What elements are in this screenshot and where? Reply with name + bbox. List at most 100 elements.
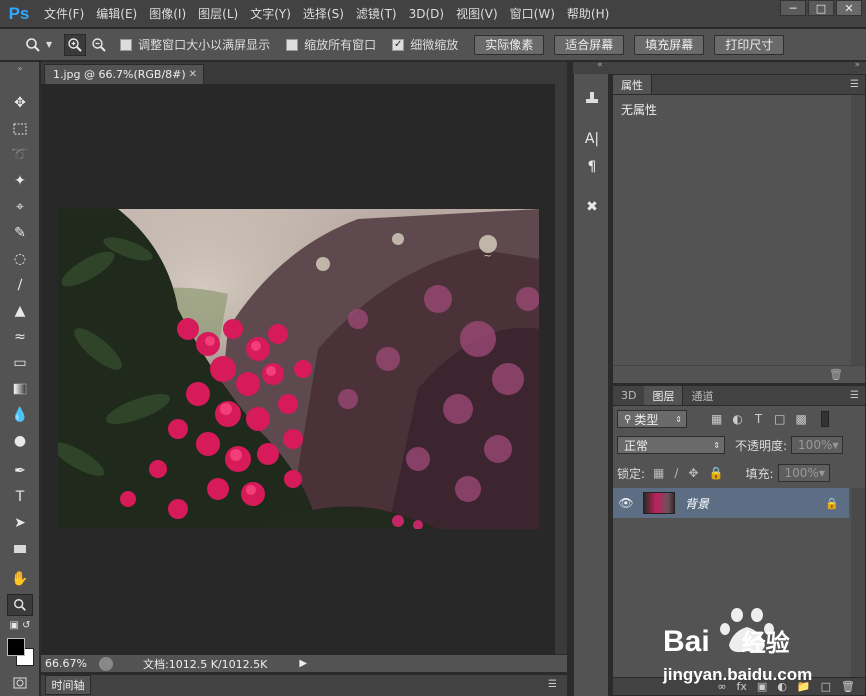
path-selection-tool-icon[interactable]: ➤: [7, 512, 33, 534]
filter-smart-object-icon[interactable]: ▩: [796, 412, 807, 426]
blur-tool-icon[interactable]: 💧: [7, 404, 33, 426]
brush-tool-icon[interactable]: ∕: [7, 274, 33, 296]
maximize-icon[interactable]: □: [808, 0, 834, 16]
status-info-icon[interactable]: [99, 656, 113, 671]
layer-filter-select[interactable]: ⚲ 类型 ⇕: [617, 410, 687, 428]
close-document-icon[interactable]: ✕: [189, 69, 197, 80]
print-size-button[interactable]: 打印尺寸: [714, 34, 785, 55]
dodge-tool-icon[interactable]: ●: [7, 430, 33, 452]
menu-help[interactable]: 帮助(H): [561, 0, 615, 28]
history-panel-icon[interactable]: [580, 86, 604, 108]
history-brush-tool-icon[interactable]: ≈: [7, 326, 33, 348]
layer-thumbnail[interactable]: [643, 492, 675, 514]
scrubby-zoom-checkbox[interactable]: ✓: [392, 38, 405, 51]
eraser-tool-icon[interactable]: ▭: [7, 352, 33, 374]
timeline-tab[interactable]: 时间轴: [45, 675, 91, 695]
lock-position-icon[interactable]: ✥: [688, 466, 698, 480]
tab-channels[interactable]: 通道: [683, 386, 721, 405]
menu-filter[interactable]: 滤镜(T): [350, 0, 403, 28]
properties-scrollbar[interactable]: [851, 95, 865, 365]
zoom-tool-icon[interactable]: [7, 594, 33, 616]
tool-presets-panel-icon[interactable]: ✖: [580, 196, 604, 218]
layer-row-background[interactable]: 👁 背景 🔒: [613, 488, 849, 518]
pen-tool-icon[interactable]: ✒: [7, 460, 33, 482]
tab-properties[interactable]: 属性: [613, 75, 652, 94]
fill-screen-button[interactable]: 填充屏幕: [634, 34, 705, 55]
fill-input[interactable]: 100% ▼: [777, 464, 830, 482]
menu-file[interactable]: 文件(F): [38, 0, 90, 28]
paragraph-panel-icon[interactable]: ¶: [580, 156, 604, 178]
fill-label: 填充:: [745, 466, 774, 481]
menu-type[interactable]: 文字(Y): [244, 0, 297, 28]
canvas-vertical-scrollbar[interactable]: [555, 84, 567, 654]
lock-transparent-icon[interactable]: ▦: [653, 466, 664, 480]
clone-stamp-tool-icon[interactable]: ▲: [7, 300, 33, 322]
collapse-dock-icon[interactable]: «: [597, 60, 603, 70]
menu-3d[interactable]: 3D(D): [403, 0, 450, 28]
document-image[interactable]: ~: [58, 209, 539, 529]
fit-screen-button[interactable]: 适合屏幕: [554, 34, 625, 55]
menu-select[interactable]: 选择(S): [297, 0, 350, 28]
lock-all-icon[interactable]: 🔒: [709, 466, 724, 480]
layers-panel-menu-icon[interactable]: ☰: [850, 390, 859, 401]
menu-image[interactable]: 图像(I): [143, 0, 192, 28]
tab-3d[interactable]: 3D: [613, 386, 644, 405]
zoom-all-windows-checkbox[interactable]: [286, 38, 299, 51]
select-arrows-icon: ⇕: [713, 440, 720, 450]
type-tool-icon[interactable]: T: [7, 486, 33, 508]
move-tool-icon[interactable]: ✥: [7, 92, 33, 114]
resize-windows-option[interactable]: 调整窗口大小以满屏显示: [120, 36, 270, 53]
filter-toggle-icon[interactable]: [820, 411, 829, 427]
opacity-input[interactable]: 100% ▼: [791, 436, 844, 454]
timeline-menu-icon[interactable]: ☰: [548, 679, 557, 690]
foreground-color-swatch[interactable]: [7, 638, 25, 656]
zoom-in-icon[interactable]: [64, 33, 87, 56]
crop-tool-icon[interactable]: ⌖: [7, 196, 33, 218]
lasso-tool-icon[interactable]: ➰: [7, 144, 33, 166]
eyedropper-tool-icon[interactable]: ✎: [7, 222, 33, 244]
magic-wand-tool-icon[interactable]: ✦: [7, 170, 33, 192]
preset-dropdown-arrow-icon[interactable]: ▼: [46, 40, 52, 49]
quick-mask-icon[interactable]: [7, 672, 33, 694]
properties-panel-menu-icon[interactable]: ☰: [850, 79, 859, 90]
tab-layers[interactable]: 图层: [644, 386, 684, 405]
blend-mode-select[interactable]: 正常 ⇕: [617, 436, 725, 454]
close-icon[interactable]: ✕: [836, 0, 862, 16]
expand-panels-icon[interactable]: »: [854, 60, 860, 70]
default-colors-icon[interactable]: ▣ ↺: [7, 618, 33, 632]
menu-view[interactable]: 视图(V): [450, 0, 504, 28]
hand-tool-icon[interactable]: ✋: [7, 568, 33, 590]
zoom-tool-preset-icon[interactable]: [22, 34, 44, 56]
chevron-down-icon: ▼: [832, 440, 839, 450]
filter-adjustment-icon[interactable]: ◐: [732, 412, 742, 426]
chevron-down-icon: ▼: [818, 468, 825, 478]
menu-window[interactable]: 窗口(W): [504, 0, 561, 28]
shape-tool-icon[interactable]: [7, 538, 33, 560]
character-panel-icon[interactable]: A|: [580, 128, 604, 150]
resize-windows-checkbox[interactable]: [120, 38, 133, 51]
layer-lock-icon: 🔒: [825, 496, 839, 510]
zoom-level[interactable]: 66.67%: [45, 657, 93, 670]
menu-layer[interactable]: 图层(L): [192, 0, 244, 28]
collapse-toolbar-icon[interactable]: »: [7, 62, 33, 74]
document-tab[interactable]: 1.jpg @ 66.7%(RGB/8#) ✕: [44, 64, 204, 84]
photoshop-logo[interactable]: Ps: [0, 0, 38, 28]
marquee-tool-icon[interactable]: [7, 118, 33, 140]
gradient-tool-icon[interactable]: [7, 378, 33, 400]
visibility-eye-icon[interactable]: 👁: [613, 496, 639, 510]
filter-shape-icon[interactable]: □: [774, 412, 785, 426]
trash-icon[interactable]: 🗑: [829, 368, 843, 381]
zoom-all-windows-option[interactable]: 缩放所有窗口: [286, 36, 376, 53]
actual-pixels-button[interactable]: 实际像素: [474, 34, 545, 55]
timeline-panel-bar: [41, 674, 567, 696]
lock-paint-icon[interactable]: ∕: [674, 466, 678, 480]
minimize-icon[interactable]: ─: [780, 0, 806, 16]
healing-brush-tool-icon[interactable]: ◌: [7, 248, 33, 270]
filter-pixel-icon[interactable]: ▦: [711, 412, 722, 426]
layer-name[interactable]: 背景: [685, 495, 709, 512]
menu-edit[interactable]: 编辑(E): [90, 0, 143, 28]
zoom-out-icon[interactable]: [88, 34, 110, 56]
status-menu-arrow-icon[interactable]: ▶: [299, 658, 307, 669]
filter-type-icon[interactable]: T: [755, 412, 762, 426]
scrubby-zoom-option[interactable]: ✓ 细微缩放: [392, 36, 458, 53]
